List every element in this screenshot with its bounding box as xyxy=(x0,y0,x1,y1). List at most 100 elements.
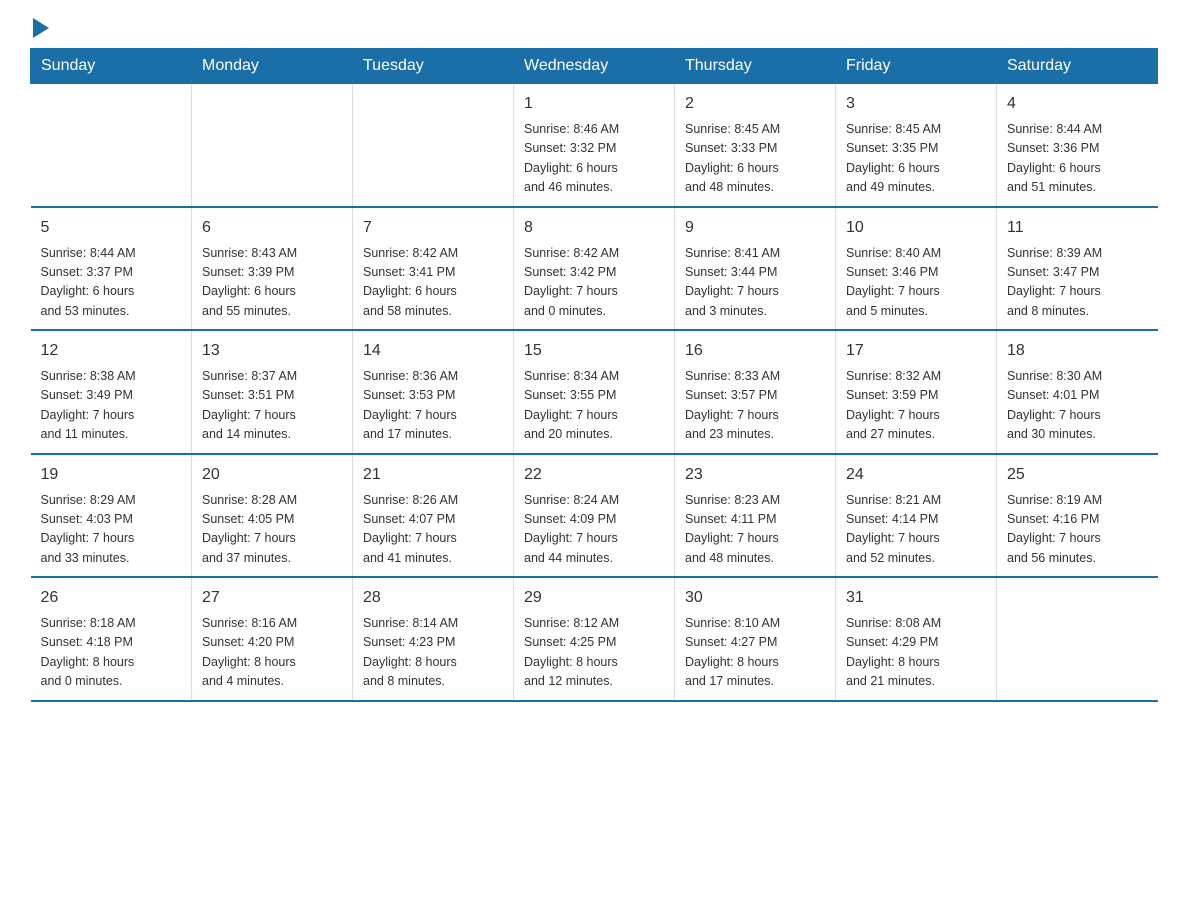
calendar-day-cell: 11 Sunrise: 8:39 AMSunset: 3:47 PMDayligh… xyxy=(997,207,1158,331)
day-info: Sunrise: 8:38 AMSunset: 3:49 PMDaylight:… xyxy=(41,367,182,445)
day-info: Sunrise: 8:30 AMSunset: 4:01 PMDaylight:… xyxy=(1007,367,1148,445)
weekday-header-row: SundayMondayTuesdayWednesdayThursdayFrid… xyxy=(31,49,1158,84)
day-info: Sunrise: 8:34 AMSunset: 3:55 PMDaylight:… xyxy=(524,367,664,445)
day-info: Sunrise: 8:19 AMSunset: 4:16 PMDaylight:… xyxy=(1007,491,1148,569)
weekday-header-tuesday: Tuesday xyxy=(353,49,514,84)
day-number: 5 xyxy=(41,216,182,240)
day-info: Sunrise: 8:16 AMSunset: 4:20 PMDaylight:… xyxy=(202,614,342,692)
calendar-day-cell: 1 Sunrise: 8:46 AMSunset: 3:32 PMDaylight… xyxy=(514,84,675,207)
calendar-table: SundayMondayTuesdayWednesdayThursdayFrid… xyxy=(30,48,1158,702)
day-info: Sunrise: 8:39 AMSunset: 3:47 PMDaylight:… xyxy=(1007,244,1148,322)
day-number: 19 xyxy=(41,463,182,487)
day-info: Sunrise: 8:40 AMSunset: 3:46 PMDaylight:… xyxy=(846,244,986,322)
day-info: Sunrise: 8:46 AMSunset: 3:32 PMDaylight:… xyxy=(524,120,664,198)
calendar-day-cell: 3 Sunrise: 8:45 AMSunset: 3:35 PMDaylight… xyxy=(836,84,997,207)
day-number: 26 xyxy=(41,586,182,610)
day-number: 13 xyxy=(202,339,342,363)
calendar-day-cell: 10 Sunrise: 8:40 AMSunset: 3:46 PMDayligh… xyxy=(836,207,997,331)
calendar-day-cell xyxy=(997,577,1158,701)
day-number: 14 xyxy=(363,339,503,363)
calendar-day-cell: 18 Sunrise: 8:30 AMSunset: 4:01 PMDayligh… xyxy=(997,330,1158,454)
weekday-header-thursday: Thursday xyxy=(675,49,836,84)
calendar-day-cell: 25Sunrise: 8:19 AMSunset: 4:16 PMDayligh… xyxy=(997,454,1158,578)
weekday-header-sunday: Sunday xyxy=(31,49,192,84)
day-number: 24 xyxy=(846,463,986,487)
day-number: 7 xyxy=(363,216,503,240)
calendar-day-cell: 4Sunrise: 8:44 AMSunset: 3:36 PMDaylight… xyxy=(997,84,1158,207)
calendar-day-cell: 31 Sunrise: 8:08 AMSunset: 4:29 PMDayligh… xyxy=(836,577,997,701)
calendar-week-row: 5 Sunrise: 8:44 AMSunset: 3:37 PMDaylight… xyxy=(31,207,1158,331)
calendar-day-cell xyxy=(353,84,514,207)
day-number: 22 xyxy=(524,463,664,487)
day-number: 17 xyxy=(846,339,986,363)
calendar-day-cell: 22 Sunrise: 8:24 AMSunset: 4:09 PMDayligh… xyxy=(514,454,675,578)
calendar-day-cell: 28Sunrise: 8:14 AMSunset: 4:23 PMDayligh… xyxy=(353,577,514,701)
calendar-day-cell: 17 Sunrise: 8:32 AMSunset: 3:59 PMDayligh… xyxy=(836,330,997,454)
day-info: Sunrise: 8:28 AMSunset: 4:05 PMDaylight:… xyxy=(202,491,342,569)
calendar-day-cell: 30 Sunrise: 8:10 AMSunset: 4:27 PMDayligh… xyxy=(675,577,836,701)
calendar-day-cell: 23Sunrise: 8:23 AMSunset: 4:11 PMDayligh… xyxy=(675,454,836,578)
calendar-day-cell: 5 Sunrise: 8:44 AMSunset: 3:37 PMDaylight… xyxy=(31,207,192,331)
weekday-header-friday: Friday xyxy=(836,49,997,84)
weekday-header-saturday: Saturday xyxy=(997,49,1158,84)
logo-triangle-icon xyxy=(33,18,49,38)
day-number: 16 xyxy=(685,339,825,363)
day-info: Sunrise: 8:26 AMSunset: 4:07 PMDaylight:… xyxy=(363,491,503,569)
calendar-week-row: 26 Sunrise: 8:18 AMSunset: 4:18 PMDayligh… xyxy=(31,577,1158,701)
day-number: 10 xyxy=(846,216,986,240)
calendar-day-cell: 2Sunrise: 8:45 AMSunset: 3:33 PMDaylight… xyxy=(675,84,836,207)
day-number: 23 xyxy=(685,463,825,487)
calendar-day-cell xyxy=(31,84,192,207)
day-number: 12 xyxy=(41,339,182,363)
day-number: 30 xyxy=(685,586,825,610)
day-number: 18 xyxy=(1007,339,1148,363)
calendar-day-cell: 12 Sunrise: 8:38 AMSunset: 3:49 PMDayligh… xyxy=(31,330,192,454)
calendar-day-cell: 16 Sunrise: 8:33 AMSunset: 3:57 PMDayligh… xyxy=(675,330,836,454)
day-info: Sunrise: 8:14 AMSunset: 4:23 PMDaylight:… xyxy=(363,614,503,692)
day-info: Sunrise: 8:36 AMSunset: 3:53 PMDaylight:… xyxy=(363,367,503,445)
day-info: Sunrise: 8:45 AMSunset: 3:35 PMDaylight:… xyxy=(846,120,986,198)
day-number: 15 xyxy=(524,339,664,363)
day-info: Sunrise: 8:08 AMSunset: 4:29 PMDaylight:… xyxy=(846,614,986,692)
day-number: 8 xyxy=(524,216,664,240)
calendar-day-cell: 26 Sunrise: 8:18 AMSunset: 4:18 PMDayligh… xyxy=(31,577,192,701)
calendar-day-cell: 21Sunrise: 8:26 AMSunset: 4:07 PMDayligh… xyxy=(353,454,514,578)
page-header xyxy=(30,20,1158,38)
day-info: Sunrise: 8:45 AMSunset: 3:33 PMDaylight:… xyxy=(685,120,825,198)
calendar-week-row: 19 Sunrise: 8:29 AMSunset: 4:03 PMDayligh… xyxy=(31,454,1158,578)
weekday-header-monday: Monday xyxy=(192,49,353,84)
day-info: Sunrise: 8:10 AMSunset: 4:27 PMDaylight:… xyxy=(685,614,825,692)
day-number: 3 xyxy=(846,92,986,116)
calendar-day-cell: 27Sunrise: 8:16 AMSunset: 4:20 PMDayligh… xyxy=(192,577,353,701)
calendar-day-cell: 15 Sunrise: 8:34 AMSunset: 3:55 PMDayligh… xyxy=(514,330,675,454)
calendar-day-cell xyxy=(192,84,353,207)
logo xyxy=(30,20,49,38)
day-number: 20 xyxy=(202,463,342,487)
day-number: 11 xyxy=(1007,216,1148,240)
day-info: Sunrise: 8:43 AMSunset: 3:39 PMDaylight:… xyxy=(202,244,342,322)
calendar-day-cell: 19 Sunrise: 8:29 AMSunset: 4:03 PMDayligh… xyxy=(31,454,192,578)
day-info: Sunrise: 8:32 AMSunset: 3:59 PMDaylight:… xyxy=(846,367,986,445)
calendar-day-cell: 14 Sunrise: 8:36 AMSunset: 3:53 PMDayligh… xyxy=(353,330,514,454)
day-number: 29 xyxy=(524,586,664,610)
day-number: 31 xyxy=(846,586,986,610)
day-info: Sunrise: 8:42 AMSunset: 3:42 PMDaylight:… xyxy=(524,244,664,322)
day-info: Sunrise: 8:44 AMSunset: 3:37 PMDaylight:… xyxy=(41,244,182,322)
day-info: Sunrise: 8:18 AMSunset: 4:18 PMDaylight:… xyxy=(41,614,182,692)
calendar-day-cell: 8 Sunrise: 8:42 AMSunset: 3:42 PMDaylight… xyxy=(514,207,675,331)
calendar-day-cell: 24Sunrise: 8:21 AMSunset: 4:14 PMDayligh… xyxy=(836,454,997,578)
day-info: Sunrise: 8:37 AMSunset: 3:51 PMDaylight:… xyxy=(202,367,342,445)
calendar-day-cell: 13 Sunrise: 8:37 AMSunset: 3:51 PMDayligh… xyxy=(192,330,353,454)
day-number: 6 xyxy=(202,216,342,240)
day-info: Sunrise: 8:29 AMSunset: 4:03 PMDaylight:… xyxy=(41,491,182,569)
day-info: Sunrise: 8:12 AMSunset: 4:25 PMDaylight:… xyxy=(524,614,664,692)
calendar-week-row: 12 Sunrise: 8:38 AMSunset: 3:49 PMDayligh… xyxy=(31,330,1158,454)
day-number: 1 xyxy=(524,92,664,116)
calendar-day-cell: 7Sunrise: 8:42 AMSunset: 3:41 PMDaylight… xyxy=(353,207,514,331)
day-number: 4 xyxy=(1007,92,1148,116)
calendar-week-row: 1 Sunrise: 8:46 AMSunset: 3:32 PMDaylight… xyxy=(31,84,1158,207)
day-info: Sunrise: 8:24 AMSunset: 4:09 PMDaylight:… xyxy=(524,491,664,569)
calendar-header: SundayMondayTuesdayWednesdayThursdayFrid… xyxy=(31,49,1158,84)
day-number: 9 xyxy=(685,216,825,240)
day-info: Sunrise: 8:33 AMSunset: 3:57 PMDaylight:… xyxy=(685,367,825,445)
